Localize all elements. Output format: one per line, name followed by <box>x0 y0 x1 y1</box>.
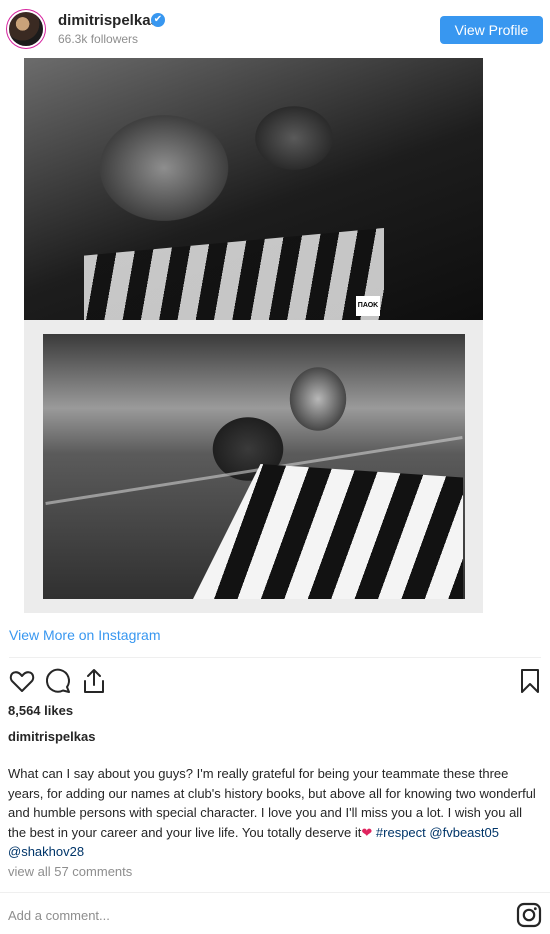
jersey-stripes-top <box>84 228 384 320</box>
mention-link-2[interactable]: @shakhov28 <box>8 844 84 859</box>
view-profile-button[interactable]: View Profile <box>440 16 543 44</box>
caption: What can I say about you guys? I'm reall… <box>8 764 543 862</box>
jersey-stripes-bottom <box>193 464 463 599</box>
heart-icon[interactable] <box>8 667 36 695</box>
red-heart-emoji: ❤ <box>361 824 373 840</box>
post-header: dimitrispelkas ✔ 66.3k followers View Pr… <box>0 0 550 58</box>
instagram-logo-icon[interactable] <box>516 902 542 928</box>
mention-link-1[interactable]: @fvbeast05 <box>429 825 499 840</box>
view-comments-link[interactable]: view all 57 comments <box>8 864 132 879</box>
likes-count[interactable]: 8,564 likes <box>8 703 73 718</box>
photo-top: ΠΑΟΚ <box>24 58 483 320</box>
verified-icon: ✔ <box>151 13 165 27</box>
photo-collage: ΠΑΟΚ <box>24 58 483 613</box>
photo-bottom <box>43 334 465 599</box>
view-more-link[interactable]: View More on Instagram <box>9 627 160 643</box>
add-comment-input[interactable]: Add a comment... <box>8 908 110 923</box>
divider <box>0 892 550 893</box>
post-image[interactable]: ΠΑΟΚ <box>0 58 550 613</box>
comment-icon[interactable] <box>44 667 72 695</box>
follower-count: 66.3k followers <box>58 32 139 46</box>
hashtag-link[interactable]: #respect <box>376 825 426 840</box>
share-icon[interactable] <box>80 667 108 695</box>
divider <box>9 657 541 658</box>
avatar[interactable] <box>9 12 43 46</box>
bookmark-icon[interactable] <box>516 667 544 695</box>
caption-username[interactable]: dimitrispelkas <box>8 729 95 744</box>
username[interactable]: dimitrispelkas <box>58 12 159 29</box>
club-badge: ΠΑΟΚ <box>356 296 380 316</box>
